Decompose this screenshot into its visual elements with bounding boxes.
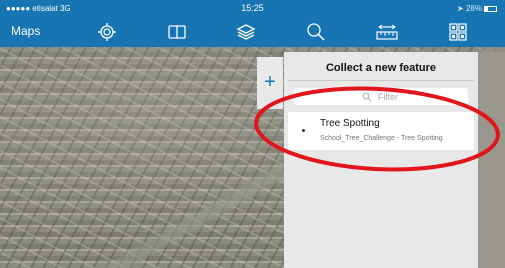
battery-indicator: ➤ 28% <box>457 4 497 13</box>
battery-icon <box>484 6 497 12</box>
search-icon[interactable] <box>306 22 326 42</box>
measure-icon[interactable] <box>376 22 398 42</box>
feature-name: Tree Spotting <box>320 118 380 129</box>
navigation-bar: Maps <box>0 18 505 47</box>
list-item[interactable]: Tree Spotting School_Tree_Challenge - Tr… <box>288 112 474 150</box>
bullet-icon <box>302 129 305 132</box>
collect-feature-panel: Collect a new feature Tree Spotting Scho… <box>284 52 478 268</box>
divider <box>288 80 474 81</box>
panel-title: Collect a new feature <box>325 62 437 74</box>
app-header: ●●●●● etisalat 3G 15:25 ➤ 28% Maps <box>0 0 505 47</box>
map-edge <box>478 52 505 268</box>
qr-grid-icon[interactable] <box>448 22 468 42</box>
book-icon[interactable] <box>167 22 187 42</box>
battery-percent: 28% <box>465 4 482 13</box>
location-arrow-icon: ➤ <box>457 4 466 13</box>
location-target-icon[interactable] <box>97 22 117 42</box>
status-bar: ●●●●● etisalat 3G 15:25 ➤ 28% <box>0 0 505 16</box>
feature-subtitle: School_Tree_Challenge - Tree Spotting <box>320 135 443 142</box>
clock: 15:25 <box>241 3 264 13</box>
maps-button[interactable]: Maps <box>11 24 40 38</box>
filter-input[interactable] <box>294 88 468 105</box>
add-feature-button[interactable]: + <box>257 57 283 109</box>
layers-icon[interactable] <box>236 22 256 42</box>
search-icon <box>362 92 372 102</box>
